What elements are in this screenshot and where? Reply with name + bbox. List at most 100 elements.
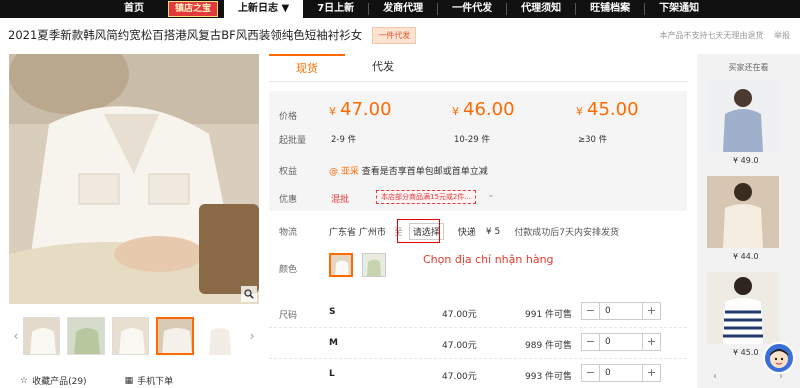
annotation-text: Chọn địa chỉ nhận hàng xyxy=(423,253,554,266)
quantity-input[interactable]: 0 xyxy=(600,334,642,350)
product-photo xyxy=(9,54,259,304)
zoom-icon[interactable] xyxy=(241,286,257,302)
price-tier-1: ¥47.00 xyxy=(329,99,392,120)
product-title: 2021夏季新款韩风简约宽松百搭港风复古BF风西装领纯色短袖衬衫女 xyxy=(8,28,363,42)
thumbnail[interactable] xyxy=(22,317,61,355)
quantity-input[interactable]: 0 xyxy=(600,303,642,319)
thumbnail-strip: ‹ › xyxy=(9,316,259,356)
favorite-label: 收藏产品(29) xyxy=(32,377,87,387)
recommend-price: ¥ 44.0 xyxy=(733,252,759,261)
mobile-order-link[interactable]: ▦ 手机下单 xyxy=(124,374,174,388)
chevron-down-icon[interactable]: ⌄ xyxy=(487,190,495,200)
size-price: 47.00元 xyxy=(442,310,477,320)
customer-service-avatar-icon[interactable] xyxy=(763,342,795,374)
mobile-label: 手机下单 xyxy=(137,377,174,387)
nav-agent[interactable]: 发商代理 xyxy=(369,0,437,18)
size-stock: 989 件可售 xyxy=(525,341,573,351)
size-row: M 47.00元 989 件可售 − 0 + xyxy=(269,328,687,359)
recommend-price: ¥ 49.0 xyxy=(733,156,759,165)
quantity-stepper: − 0 + xyxy=(581,333,661,351)
size-stock: 991 件可售 xyxy=(525,310,573,320)
top-nav: 首页 镇店之宝 上新日志 ▼ 7日上新 发商代理 一件代发 代理须知 旺铺档案 … xyxy=(0,0,800,18)
recommend-item[interactable] xyxy=(707,272,779,344)
qty-tier-1: 2-9 件 xyxy=(331,135,357,145)
nav-shop-profile[interactable]: 旺铺档案 xyxy=(576,0,644,18)
plus-button[interactable]: + xyxy=(642,303,660,319)
price-label: 价格 xyxy=(279,112,298,122)
thumbnail[interactable] xyxy=(67,317,105,355)
price-tier-3: ¥45.00 xyxy=(576,99,639,120)
minus-button[interactable]: − xyxy=(582,365,600,381)
tab-bar: 现货 代发 xyxy=(269,54,687,82)
ship-fee: ¥ 5 xyxy=(485,226,501,237)
dropship-badge: 一件代发 xyxy=(372,26,417,44)
qty-tier-3: ≥30 件 xyxy=(578,135,608,145)
title-bar: 2021夏季新款韩风简约宽松百搭港风复古BF风西装领纯色短袖衬衫女 一件代发 本… xyxy=(8,24,790,46)
favorite-link[interactable]: ☆ 收藏产品(29) xyxy=(20,374,87,388)
moq-label: 起批量 xyxy=(279,136,307,146)
thumbnail-selected[interactable] xyxy=(156,317,194,355)
rights-text: 查看是否享首单包邮或首单立减 xyxy=(361,167,488,177)
promo-type: 混批 xyxy=(331,195,350,205)
size-table: 尺码 S 47.00元 991 件可售 − 0 + M 47.00元 989 件… xyxy=(269,297,687,388)
nav-7day-new[interactable]: 7日上新 xyxy=(303,0,368,18)
size-price: 47.00元 xyxy=(442,341,477,351)
vip-link[interactable]: @ 亚采 xyxy=(329,167,359,177)
color-swatch[interactable] xyxy=(362,253,386,277)
price-tier-2: ¥46.00 xyxy=(452,99,515,120)
nav-store-treasure[interactable]: 镇店之宝 xyxy=(168,1,219,17)
minus-button[interactable]: − xyxy=(582,303,600,319)
nav-new-log[interactable]: 上新日志 ▼ xyxy=(224,0,304,18)
nav-dropship[interactable]: 一件代发 xyxy=(438,0,506,18)
chevron-left-icon[interactable]: ‹ xyxy=(9,329,23,343)
logistics-label: 物流 xyxy=(279,228,298,238)
tab-in-stock[interactable]: 现货 xyxy=(269,54,345,81)
size-stock: 993 件可售 xyxy=(525,372,573,382)
rights-label: 权益 xyxy=(279,167,298,177)
logistics-row: 广东省 广州市 至 请选择 快递 ¥ 5 付款成功后7天内安排发货 xyxy=(329,223,619,240)
qty-tier-2: 10-29 件 xyxy=(454,135,490,145)
recommend-item[interactable] xyxy=(707,80,779,152)
rights-info: @ 亚采 查看是否享首单包邮或首单立减 xyxy=(329,164,488,177)
chevron-right-icon[interactable]: › xyxy=(245,329,259,343)
color-label: 颜色 xyxy=(279,265,298,275)
nav-agent-notice[interactable]: 代理须知 xyxy=(507,0,575,18)
recommend-rail: 买家还在看 ¥ 49.0 ¥ 44.0 ¥ 45.0 ‹ › xyxy=(697,54,800,388)
star-icon: ☆ xyxy=(20,375,29,386)
purchase-panel: 现货 代发 价格 起批量 ¥47.00 ¥46.00 ¥45.00 2-9 件 … xyxy=(269,54,687,388)
plus-button[interactable]: + xyxy=(642,334,660,350)
title-right: 本产品不支持七天无理由退货 举报 xyxy=(651,30,790,41)
ship-note: 付款成功后7天内安排发货 xyxy=(514,228,619,238)
quantity-stepper: − 0 + xyxy=(581,364,661,382)
promo-label: 优惠 xyxy=(279,195,298,205)
thumbnail[interactable] xyxy=(111,317,150,355)
bottom-links: ☆ 收藏产品(29) ▦ 手机下单 xyxy=(20,374,174,388)
ship-from: 广东省 广州市 xyxy=(329,228,386,238)
chevron-left-icon[interactable]: ‹ xyxy=(713,371,717,382)
thumbnail[interactable] xyxy=(200,317,239,355)
quantity-stepper: − 0 + xyxy=(581,302,661,320)
qr-icon: ▦ xyxy=(124,375,134,386)
recommend-price: ¥ 45.0 xyxy=(733,348,759,357)
size-name: M xyxy=(329,338,338,348)
quantity-input[interactable]: 0 xyxy=(600,365,642,381)
color-swatch-selected[interactable] xyxy=(329,253,353,277)
size-name: L xyxy=(329,369,335,379)
tab-dropship[interactable]: 代发 xyxy=(345,54,421,81)
size-row: S 47.00元 991 件可售 − 0 + xyxy=(269,297,687,328)
size-price: 47.00元 xyxy=(442,372,477,382)
address-highlight-box xyxy=(397,219,440,243)
size-name: S xyxy=(329,307,336,317)
return-notice: 本产品不支持七天无理由退货 xyxy=(659,30,764,40)
nav-home[interactable]: 首页 xyxy=(0,0,162,18)
coupon-tag[interactable]: 本店部分商品满15元或2件... xyxy=(376,190,477,204)
report-link[interactable]: 举报 xyxy=(774,31,790,40)
size-row: L 47.00元 993 件可售 − 0 + xyxy=(269,359,687,388)
minus-button[interactable]: − xyxy=(582,334,600,350)
ship-method: 快递 xyxy=(457,228,476,238)
rail-header: 买家还在看 xyxy=(728,63,769,72)
recommend-item[interactable] xyxy=(707,176,779,248)
nav-delist-notice[interactable]: 下架通知 xyxy=(645,0,713,18)
plus-button[interactable]: + xyxy=(642,365,660,381)
main-product-image[interactable] xyxy=(9,54,259,304)
